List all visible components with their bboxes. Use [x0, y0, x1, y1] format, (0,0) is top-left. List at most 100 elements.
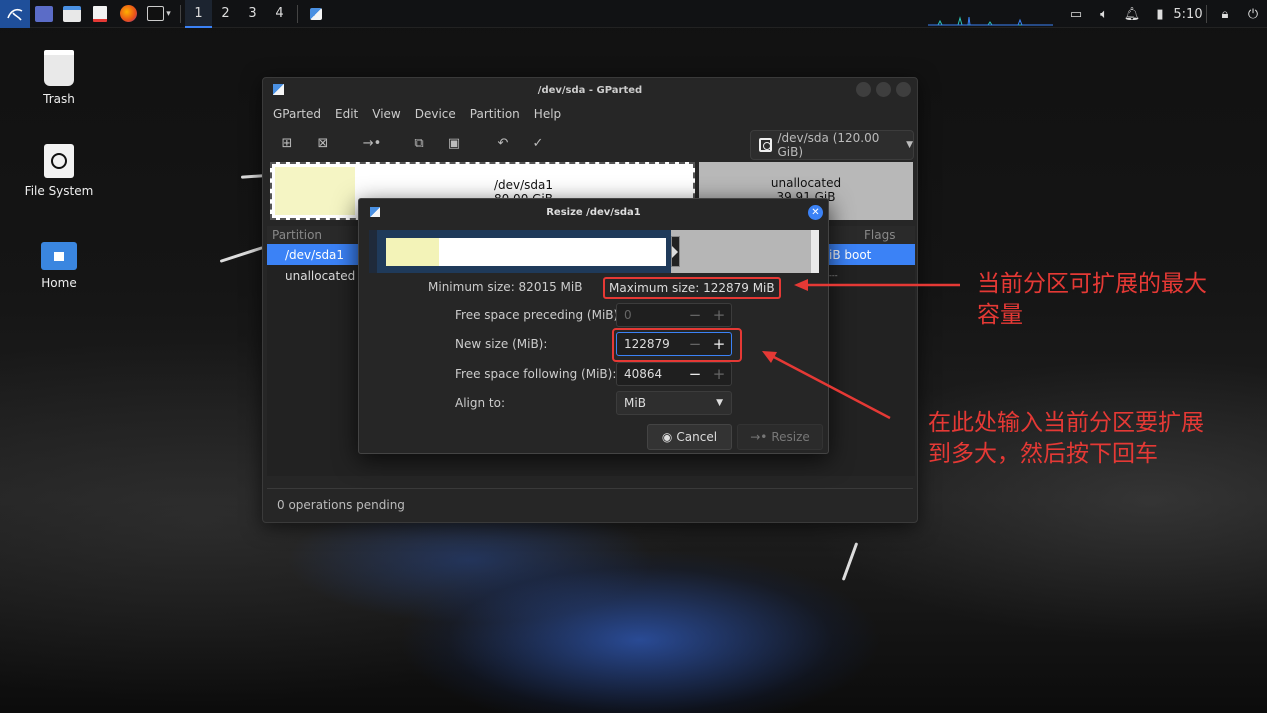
new-size-label: New size (MiB):	[455, 337, 548, 351]
workspace-3[interactable]: 3	[239, 0, 266, 28]
partition-name: unallocated	[770, 176, 842, 190]
menu-partition[interactable]: Partition	[470, 107, 527, 121]
files-icon[interactable]	[58, 0, 86, 28]
wallpaper-streak	[841, 542, 859, 581]
following-label: Free space following (MiB):	[455, 367, 617, 381]
wallpaper-streak	[240, 174, 264, 179]
terminal-icon[interactable]: ▾	[142, 0, 176, 28]
bell-icon[interactable]: 🔔︎	[1118, 0, 1146, 28]
menu-help[interactable]: Help	[534, 107, 568, 121]
preceding-spinbutton[interactable]: 0 − +	[616, 303, 732, 327]
resize-move-icon[interactable]: →•	[361, 134, 383, 152]
menu-bar: GParted Edit View Device Partition Help	[263, 102, 917, 126]
decrement-icon[interactable]: −	[683, 335, 707, 353]
top-panel: ▾ 1 2 3 4 ▭ 🔈︎ 🔔︎ ▮ 5:10 🔒︎ ⏻	[0, 0, 1267, 28]
slider-left-edge[interactable]	[369, 230, 377, 273]
desktop-trash[interactable]: Trash	[9, 50, 109, 106]
annotation-enter-size: 在此处输入当前分区要扩展 到多大，然后按下回车	[928, 408, 1204, 470]
close-button[interactable]	[896, 82, 911, 97]
apply-icon[interactable]: ✓	[529, 134, 547, 152]
increment-icon[interactable]: +	[707, 365, 731, 383]
column-partition[interactable]: Partition	[272, 228, 322, 242]
desktop-icon-label: File System	[24, 184, 94, 198]
menu-gparted[interactable]: GParted	[273, 107, 328, 121]
slider-right-edge	[811, 230, 819, 273]
resize-move-icon: →•	[750, 430, 768, 444]
following-value[interactable]: 40864	[617, 367, 683, 381]
power-icon[interactable]: ⏻	[1239, 0, 1267, 28]
kali-menu-icon[interactable]	[0, 0, 30, 28]
screen-icon[interactable]: ▭	[1062, 0, 1090, 28]
volume-icon[interactable]: 🔈︎	[1090, 0, 1118, 28]
maximize-button[interactable]	[876, 82, 891, 97]
copy-icon[interactable]: ⧉	[410, 134, 428, 152]
annotation-text: 容量	[977, 302, 1023, 328]
align-value: MiB	[624, 396, 646, 410]
resize-dialog: Resize /dev/sda1 ✕ Minimum size: 82015 M…	[358, 198, 829, 454]
desktop-file-system[interactable]: File System	[9, 144, 109, 198]
resize-label: Resize	[771, 430, 810, 444]
desktop-icon[interactable]	[30, 0, 58, 28]
column-flags[interactable]: Flags	[864, 228, 895, 242]
resize-slider[interactable]	[369, 230, 819, 273]
row-partition: unallocated	[285, 268, 356, 283]
increment-icon[interactable]: +	[707, 306, 731, 324]
panel-separator	[297, 4, 298, 23]
new-size-spinbutton[interactable]: 122879 − +	[616, 332, 732, 356]
dialog-title: Resize /dev/sda1	[546, 206, 641, 218]
following-spinbutton[interactable]: 40864 − +	[616, 362, 732, 386]
clock[interactable]: 5:10	[1173, 0, 1202, 28]
filesystem-icon	[44, 144, 74, 178]
desktop-icon-label: Home	[41, 276, 77, 290]
partition-fill	[386, 238, 666, 266]
workspace-1[interactable]: 1	[185, 0, 212, 28]
gparted-task-icon[interactable]	[302, 0, 330, 28]
workspace-4[interactable]: 4	[266, 0, 293, 28]
align-select[interactable]: MiB ▼	[616, 391, 732, 415]
annotation-text: 当前分区可扩展的最大	[977, 271, 1207, 297]
decrement-icon[interactable]: −	[683, 365, 707, 383]
disk-icon	[759, 138, 773, 152]
text-editor-icon[interactable]	[86, 0, 114, 28]
gparted-app-icon	[273, 84, 284, 95]
new-partition-icon[interactable]: ⊞	[278, 134, 296, 152]
increment-icon[interactable]: +	[707, 335, 731, 353]
partition-name: /dev/sda1	[493, 178, 554, 192]
menu-device[interactable]: Device	[415, 107, 463, 121]
decrement-icon[interactable]: −	[683, 306, 707, 324]
window-titlebar[interactable]: /dev/sda - GParted	[263, 78, 917, 102]
delete-partition-icon[interactable]: ⊠	[314, 134, 332, 152]
annotation-max-size: 当前分区可扩展的最大 容量	[977, 269, 1207, 331]
close-icon[interactable]: ✕	[808, 205, 823, 220]
device-selector[interactable]: /dev/sda (120.00 GiB) ▼	[750, 130, 914, 160]
lock-icon[interactable]: 🔒︎	[1211, 0, 1239, 28]
menu-view[interactable]: View	[372, 107, 407, 121]
minimize-button[interactable]	[856, 82, 871, 97]
chevron-down-icon: ▼	[716, 398, 723, 408]
cancel-button[interactable]: ◉ Cancel	[647, 424, 732, 450]
workspace-2[interactable]: 2	[212, 0, 239, 28]
align-label: Align to:	[455, 396, 506, 410]
device-selector-label: /dev/sda (120.00 GiB)	[777, 131, 880, 159]
minimum-size-label: Minimum size: 82015 MiB	[428, 280, 583, 294]
firefox-icon[interactable]	[114, 0, 142, 28]
resize-button[interactable]: →• Resize	[737, 424, 823, 450]
battery-icon[interactable]: ▮	[1146, 0, 1174, 28]
paste-icon[interactable]: ▣	[445, 134, 463, 152]
row-flags: iB boot	[829, 247, 872, 262]
dialog-titlebar[interactable]: Resize /dev/sda1 ✕	[359, 199, 828, 225]
resize-handle[interactable]	[671, 236, 680, 267]
annotation-text: 到多大，然后按下回车	[928, 441, 1158, 467]
panel-separator	[1206, 5, 1207, 23]
annotation-text: 在此处输入当前分区要扩展	[928, 410, 1204, 436]
row-partition: /dev/sda1	[285, 247, 345, 262]
new-size-input[interactable]: 122879	[617, 337, 683, 351]
desktop-home[interactable]: Home	[9, 242, 109, 290]
partition-extent[interactable]	[377, 230, 671, 273]
panel-separator	[180, 4, 181, 23]
undo-icon[interactable]: ↶	[494, 134, 512, 152]
used-space-fill	[386, 238, 439, 266]
menu-edit[interactable]: Edit	[335, 107, 365, 121]
preceding-value[interactable]: 0	[617, 308, 683, 322]
preceding-label: Free space preceding (MiB):	[455, 308, 623, 322]
